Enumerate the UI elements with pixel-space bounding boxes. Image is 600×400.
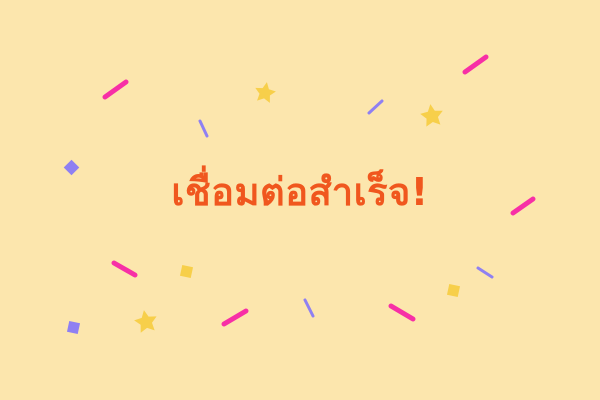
- confetti-streamer: [476, 266, 494, 279]
- star-icon: [134, 310, 157, 333]
- confetti-square: [446, 283, 461, 298]
- success-screen: เชื่อมต่อสำเร็จ!: [0, 0, 600, 400]
- success-message: เชื่อมต่อสำเร็จ!: [171, 170, 429, 214]
- confetti-streamer: [367, 99, 384, 115]
- star-icon: [255, 82, 276, 103]
- confetti-streamer: [111, 260, 138, 278]
- confetti-streamer: [462, 54, 489, 75]
- confetti-square: [66, 320, 81, 335]
- confetti-square: [179, 264, 194, 279]
- confetti-streamer: [221, 308, 249, 327]
- confetti-streamer: [388, 303, 416, 322]
- confetti-streamer: [198, 119, 209, 138]
- confetti-streamer: [303, 298, 315, 318]
- confetti-streamer: [102, 79, 129, 100]
- star-icon: [420, 104, 443, 127]
